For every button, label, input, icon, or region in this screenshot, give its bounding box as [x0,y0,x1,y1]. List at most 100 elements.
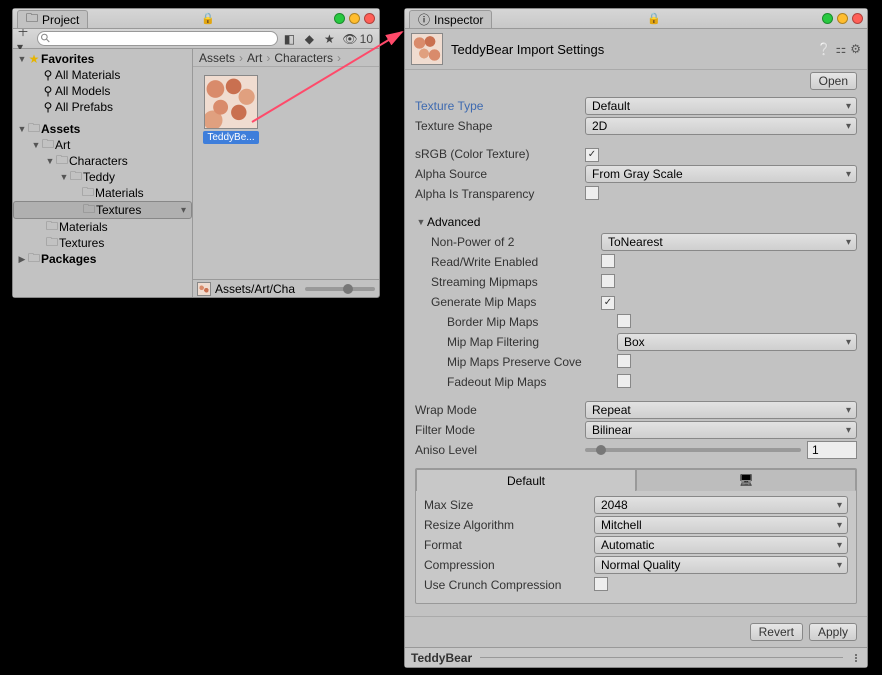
select-texture-type[interactable]: Default [585,97,857,115]
crumb-art[interactable]: Art [247,51,262,65]
revert-button[interactable]: Revert [750,623,803,641]
tree-teddy-materials[interactable]: 🗀Materials [13,185,192,201]
asset-label: TeddyBe... [203,131,258,144]
apply-bar: Revert Apply [405,616,867,647]
label-border-mip: Border Mip Maps [415,315,617,329]
tree-art[interactable]: ▼🗀Art [13,137,192,153]
open-button[interactable]: Open [810,72,857,90]
checkbox-fade-mip[interactable] [617,374,631,388]
texture-thumbnail [204,75,258,129]
section-advanced[interactable]: ▼Advanced [415,212,857,232]
label-npot: Non-Power of 2 [415,235,601,249]
filter-label-icon[interactable]: ◆ [300,31,318,47]
checkbox-rw[interactable] [601,254,615,268]
preview-divider [480,657,843,658]
preview-name: TeddyBear [411,651,472,665]
preset-icon[interactable]: ⚏ [835,42,846,56]
eye-icon: 👁 [342,32,357,46]
select-filter[interactable]: Bilinear [585,421,857,439]
create-button[interactable]: ＋▾ [17,31,35,47]
select-wrap[interactable]: Repeat [585,401,857,419]
tree-packages[interactable]: ▶🗀Packages [13,251,192,267]
traffic-yellow[interactable] [837,13,848,24]
platform-tab-default[interactable]: Default [416,469,636,491]
select-npot[interactable]: ToNearest [601,233,857,251]
texture-preview-icon [411,33,443,65]
checkbox-srgb[interactable]: ✓ [585,148,599,162]
inspector-tab-label: Inspector [434,13,483,27]
crumb-characters[interactable]: Characters [274,51,333,65]
checkbox-alpha-trans[interactable] [585,186,599,200]
asset-grid[interactable]: TeddyBe... [193,67,379,279]
inspector-titlebar: ⓘ Inspector 🔒 [405,9,867,29]
select-mip-filter[interactable]: Box [617,333,857,351]
project-tab[interactable]: 🗀 Project [17,10,88,28]
select-max-size[interactable]: 2048 [594,496,848,514]
kebab-icon[interactable] [851,654,861,662]
project-toolbar: ＋▾ ◧ ◆ ★ 👁10 [13,29,379,49]
label-alpha-trans: Alpha Is Transparency [415,187,585,201]
preview-bar[interactable]: TeddyBear [405,647,867,667]
tree-all-models[interactable]: ⚲All Models [13,83,192,99]
tree-all-prefabs[interactable]: ⚲All Prefabs [13,99,192,115]
platform-box: Default 🖥 Max Size2048 Resize AlgorithmM… [415,468,857,604]
search-input[interactable] [37,31,278,46]
tree-teddy[interactable]: ▼🗀Teddy [13,169,192,185]
select-resize[interactable]: Mitchell [594,516,848,534]
label-alpha-source: Alpha Source [415,167,585,181]
aniso-slider[interactable] [585,448,801,452]
checkbox-crunch[interactable] [594,577,608,591]
tree-all-materials[interactable]: ⚲All Materials [13,67,192,83]
traffic-green[interactable] [334,13,345,24]
tree-characters[interactable]: ▼🗀Characters [13,153,192,169]
traffic-red[interactable] [364,13,375,24]
apply-button[interactable]: Apply [809,623,857,641]
traffic-green[interactable] [822,13,833,24]
tree-favorites[interactable]: ▼★Favorites [13,51,192,67]
project-statusbar: Assets/Art/Cha [193,279,379,297]
checkbox-gen-mip[interactable]: ✓ [601,296,615,310]
tree-teddy-textures[interactable]: 🗀Textures [13,201,192,219]
label-crunch: Use Crunch Compression [424,578,594,592]
select-alpha-source[interactable]: From Gray Scale [585,165,857,183]
page-title: TeddyBear Import Settings [451,42,604,57]
hidden-count[interactable]: 👁10 [340,32,375,46]
label-max-size: Max Size [424,498,594,512]
crumb-assets[interactable]: Assets [199,51,235,65]
window-controls [822,13,863,24]
label-wrap: Wrap Mode [415,403,585,417]
gear-icon[interactable]: ⚙ [850,42,861,56]
project-grid: Assets› Art› Characters› TeddyBe... Asse… [193,49,379,297]
favorite-filter-icon[interactable]: ★ [320,31,338,47]
thumb-size-slider[interactable] [305,287,375,291]
label-compression: Compression [424,558,594,572]
project-tab-label: Project [42,13,79,27]
project-tree[interactable]: ▼★Favorites ⚲All Materials ⚲All Models ⚲… [13,49,193,297]
folder-icon: 🗀 [26,9,38,30]
aniso-value[interactable]: 1 [807,441,857,459]
traffic-yellow[interactable] [349,13,360,24]
label-format: Format [424,538,594,552]
help-icon[interactable]: ❔ [817,42,832,56]
tree-assets[interactable]: ▼🗀Assets [13,121,192,137]
filter-type-icon[interactable]: ◧ [280,31,298,47]
select-compression[interactable]: Normal Quality [594,556,848,574]
breadcrumb[interactable]: Assets› Art› Characters› [193,49,379,67]
select-texture-shape[interactable]: 2D [585,117,857,135]
checkbox-border-mip[interactable] [617,314,631,328]
tree-materials[interactable]: 🗀Materials [13,219,192,235]
platform-tab-standalone[interactable]: 🖥 [636,469,856,491]
inspector-form: Texture TypeDefault Texture Shape2D sRGB… [405,90,867,616]
lock-icon[interactable]: 🔒 [647,12,661,25]
checkbox-mip-preserve[interactable] [617,354,631,368]
project-body: ▼★Favorites ⚲All Materials ⚲All Models ⚲… [13,49,379,297]
lock-icon[interactable]: 🔒 [201,12,215,25]
inspector-tab[interactable]: ⓘ Inspector [409,10,492,28]
checkbox-stream-mip[interactable] [601,274,615,288]
inspector-header: TeddyBear Import Settings ❔ ⚏ ⚙ [405,29,867,70]
label-texture-shape: Texture Shape [415,119,585,133]
asset-teddybear[interactable]: TeddyBe... [201,75,261,144]
select-format[interactable]: Automatic [594,536,848,554]
traffic-red[interactable] [852,13,863,24]
label-aniso: Aniso Level [415,443,585,457]
